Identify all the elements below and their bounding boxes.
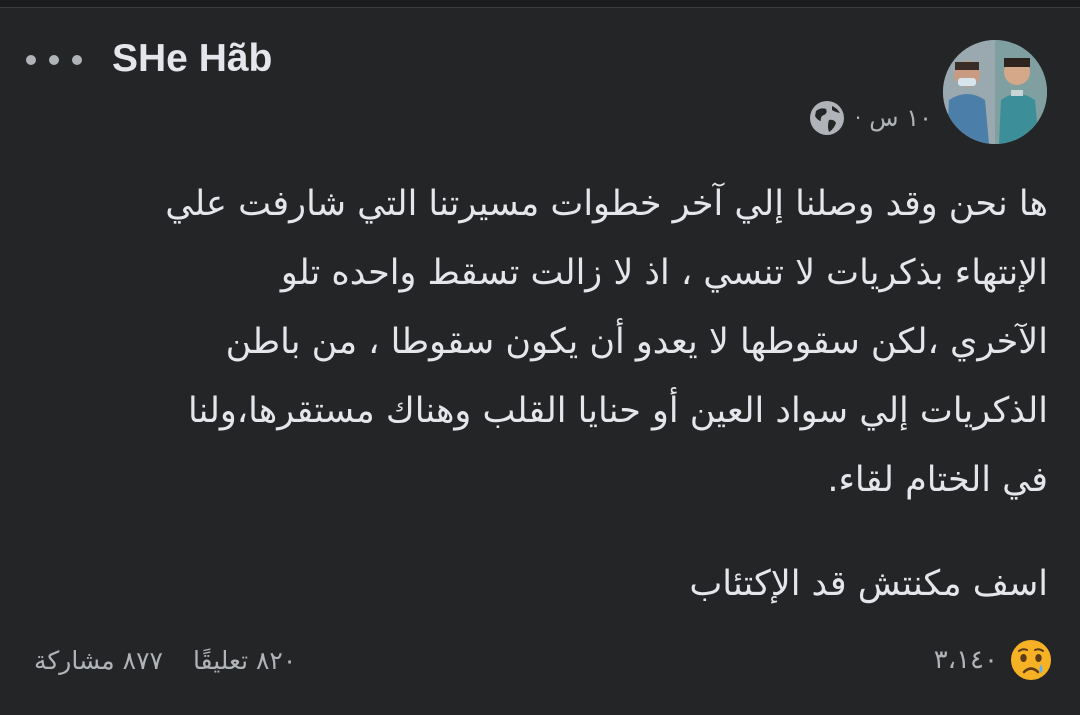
- reactions-count: ٣،١٤٠: [933, 645, 998, 675]
- post-body: ها نحن وقد وصلنا إلي آخر خطوات مسيرتنا ا…: [48, 170, 1048, 515]
- more-dot-icon: [49, 55, 59, 65]
- author-name[interactable]: SHe Hãb: [112, 34, 272, 84]
- more-options-button[interactable]: [26, 50, 82, 70]
- post-line: ها نحن وقد وصلنا إلي آخر خطوات مسيرتنا ا…: [165, 184, 1048, 224]
- shares-count[interactable]: ٨٧٧ مشاركة: [34, 646, 163, 675]
- post-time[interactable]: ١٠ س: [869, 104, 932, 132]
- meta-separator: ·: [854, 106, 862, 130]
- post-line: في الختام لقاء.: [827, 460, 1048, 500]
- post-line: الإنتهاء بذكريات لا تنسي ، اذ لا زالت تس…: [280, 253, 1048, 293]
- post-line: الذكريات إلي سواد العين أو حنايا القلب و…: [188, 391, 1048, 431]
- post-line: الآخري ،لكن سقوطها لا يعدو أن يكون سقوطا…: [225, 322, 1048, 362]
- reactions-summary[interactable]: ٣،١٤٠: [934, 636, 1054, 684]
- sad-face-icon: [1008, 637, 1054, 683]
- avatar[interactable]: [943, 40, 1047, 144]
- privacy-globe-icon[interactable]: [807, 98, 847, 138]
- top-divider: [0, 0, 1080, 8]
- post-body-extra: اسف مكنتش قد الإكتئاب: [689, 564, 1048, 604]
- engagement-stats: ٨٧٧ مشاركة ٨٢٠ تعليقًا: [34, 640, 296, 680]
- avatar-photo: [943, 40, 1047, 144]
- more-dot-icon: [26, 55, 36, 65]
- post-meta: · ١٠ س: [807, 96, 932, 140]
- more-dot-icon: [72, 55, 82, 65]
- comments-count[interactable]: ٨٢٠ تعليقًا: [193, 646, 296, 675]
